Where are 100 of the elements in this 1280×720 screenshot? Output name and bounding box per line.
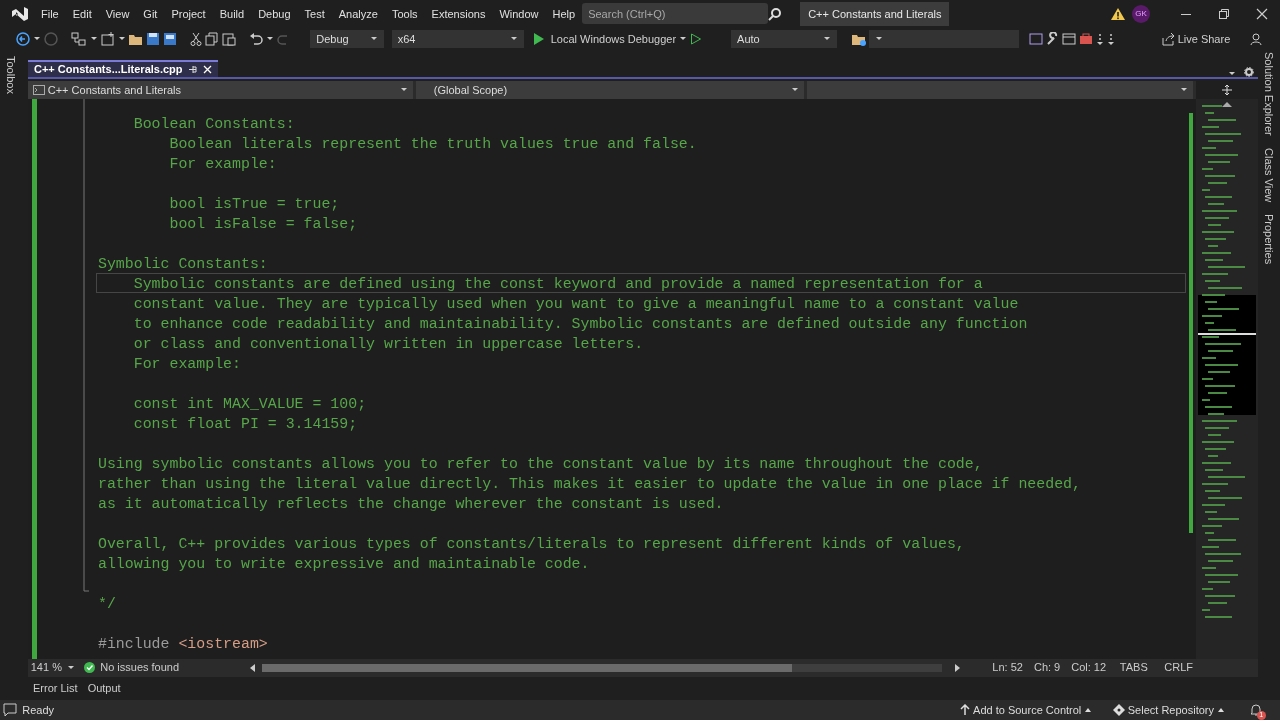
code-line: constant value. They are typically used when you want to give a meaningful name to a constant value bbox=[132, 295, 1019, 312]
caret-icon[interactable] bbox=[678, 35, 687, 43]
side-tab[interactable]: Properties bbox=[1260, 207, 1278, 271]
cut-icon[interactable] bbox=[190, 31, 203, 46]
source-control-button[interactable]: Add to Source Control bbox=[960, 701, 1093, 719]
caret-up-icon bbox=[1216, 707, 1225, 713]
side-tab[interactable]: Solution Explorer bbox=[1260, 45, 1278, 142]
panel-tab[interactable]: Output bbox=[82, 680, 126, 697]
menu-item[interactable]: Project bbox=[164, 5, 213, 23]
copy-icon[interactable] bbox=[205, 31, 219, 46]
caret-icon[interactable] bbox=[370, 35, 379, 43]
scroll-right-icon[interactable] bbox=[954, 663, 961, 672]
restore-icon[interactable] bbox=[1218, 8, 1230, 20]
undo-icon[interactable] bbox=[249, 31, 264, 46]
menu-item[interactable]: View bbox=[98, 5, 137, 23]
issues-status[interactable]: No issues found bbox=[100, 659, 180, 676]
live-share-button[interactable]: Live Share bbox=[1160, 30, 1231, 48]
caret-icon[interactable] bbox=[509, 35, 518, 43]
bell-icon bbox=[1249, 703, 1262, 717]
caret-icon[interactable] bbox=[790, 86, 799, 94]
caret-icon[interactable] bbox=[266, 35, 274, 43]
play-icon[interactable] bbox=[533, 32, 546, 45]
horizontal-scrollbar[interactable] bbox=[261, 663, 942, 672]
save-all-icon[interactable] bbox=[162, 31, 177, 46]
menu-item[interactable]: Window bbox=[492, 5, 546, 23]
user-avatar[interactable]: GK bbox=[1132, 5, 1150, 23]
side-tab[interactable]: Toolbox bbox=[2, 49, 20, 100]
split-button[interactable] bbox=[1196, 80, 1258, 99]
menu-item[interactable]: Test bbox=[297, 5, 332, 23]
side-tab[interactable]: Class View bbox=[1260, 141, 1278, 208]
toolbox-icon[interactable] bbox=[1079, 31, 1094, 46]
zoom-dropdown[interactable]: 141 % bbox=[28, 659, 79, 676]
save-icon[interactable] bbox=[146, 31, 160, 46]
caret-icon[interactable] bbox=[117, 35, 126, 43]
code-line: to enhance code readability and maintainability. Symbolic constants are defined outside any function bbox=[132, 315, 1028, 332]
settings-icon[interactable] bbox=[1244, 66, 1254, 77]
menu-item[interactable]: Extensions bbox=[424, 5, 493, 23]
pin-icon[interactable] bbox=[188, 64, 198, 74]
caret-icon[interactable] bbox=[823, 35, 832, 43]
code-line: as it automatically reflects the change wherever the constant is used. bbox=[98, 495, 724, 512]
menu-item[interactable]: Edit bbox=[65, 5, 99, 23]
solution-icon[interactable] bbox=[71, 31, 88, 46]
code-line: */ bbox=[98, 595, 116, 612]
cursor-position[interactable]: Col: 12 bbox=[1068, 659, 1109, 676]
cursor-position[interactable]: Ch: 9 bbox=[1031, 659, 1063, 676]
debugger-button[interactable]: Local Windows Debugger bbox=[550, 30, 677, 48]
overflow-icon[interactable] bbox=[1095, 31, 1104, 46]
code-line: bool isTrue = true; bbox=[168, 195, 340, 212]
menu-item[interactable]: Analyze bbox=[331, 5, 385, 23]
menu-item[interactable]: File bbox=[34, 5, 66, 23]
document-tab[interactable]: C++ Constants...Literals.cpp bbox=[28, 59, 218, 77]
arrow-up-icon bbox=[960, 704, 971, 716]
close-icon[interactable] bbox=[1256, 8, 1268, 20]
target-dropdown[interactable]: Auto bbox=[731, 29, 838, 48]
scroll-left-icon[interactable] bbox=[250, 663, 257, 672]
back-icon[interactable] bbox=[16, 31, 31, 46]
caret-icon[interactable] bbox=[33, 35, 41, 43]
caret-icon[interactable] bbox=[1180, 86, 1189, 94]
line-ending[interactable]: CRLF bbox=[1158, 659, 1199, 676]
configuration-dropdown[interactable]: Debug bbox=[310, 29, 385, 48]
new-item-icon[interactable] bbox=[100, 31, 115, 46]
scope-dropdown[interactable]: (Global Scope) bbox=[415, 80, 804, 99]
code-line: Symbolic constants are defined using the const keyword and provide a named representation for a bbox=[132, 275, 983, 292]
code-line: rather than using the literal value directly. This makes it easier to update the value in one place if needed, bbox=[98, 475, 1081, 492]
panel-tab[interactable]: Error List bbox=[28, 680, 83, 697]
paste-icon[interactable] bbox=[221, 31, 236, 46]
panel-icon[interactable] bbox=[1062, 31, 1077, 46]
start-without-debugging-icon[interactable] bbox=[689, 32, 702, 45]
include-path: <iostream> bbox=[178, 635, 268, 652]
project-icon bbox=[33, 84, 45, 95]
code-line: Boolean Constants: bbox=[132, 115, 295, 132]
menu-item[interactable]: Debug bbox=[251, 5, 298, 23]
project-dropdown[interactable]: C++ Constants and Literals bbox=[28, 80, 413, 99]
menu-item[interactable]: Help bbox=[545, 5, 583, 23]
repository-button[interactable]: Select Repository bbox=[1113, 701, 1225, 719]
code-line: For example: bbox=[132, 355, 241, 372]
git-icon bbox=[1113, 704, 1126, 716]
caret-icon[interactable] bbox=[1228, 69, 1236, 77]
wrench-icon[interactable] bbox=[1045, 31, 1060, 46]
check-icon bbox=[83, 662, 95, 674]
overflow-icon[interactable] bbox=[1106, 31, 1115, 46]
cursor-position[interactable]: Ln: 52 bbox=[989, 659, 1026, 676]
caret-icon[interactable] bbox=[400, 86, 408, 94]
split-icon bbox=[1222, 84, 1232, 95]
platform-dropdown[interactable]: x64 bbox=[391, 29, 524, 48]
caret-icon[interactable] bbox=[875, 35, 884, 43]
caret-icon[interactable] bbox=[67, 664, 76, 672]
code-line: const int MAX_VALUE = 100; bbox=[132, 395, 367, 412]
solution-title: C++ Constants and Literals bbox=[800, 1, 950, 27]
code-line: or class and conventionally written in uppercase letters. bbox=[132, 335, 644, 352]
code-line: const float PI = 3.14159; bbox=[132, 415, 358, 432]
indent-mode[interactable]: TABS bbox=[1114, 659, 1154, 676]
code-line: #include bbox=[98, 635, 170, 652]
warning-icon bbox=[1110, 7, 1126, 21]
caret-icon[interactable] bbox=[90, 35, 98, 43]
menu-item[interactable]: Build bbox=[212, 5, 252, 23]
menu-item[interactable]: Git bbox=[136, 5, 165, 23]
menu-item[interactable]: Tools bbox=[384, 5, 425, 23]
search-field[interactable]: Search (Ctrl+Q) bbox=[582, 3, 769, 25]
search-icon[interactable] bbox=[768, 7, 783, 21]
